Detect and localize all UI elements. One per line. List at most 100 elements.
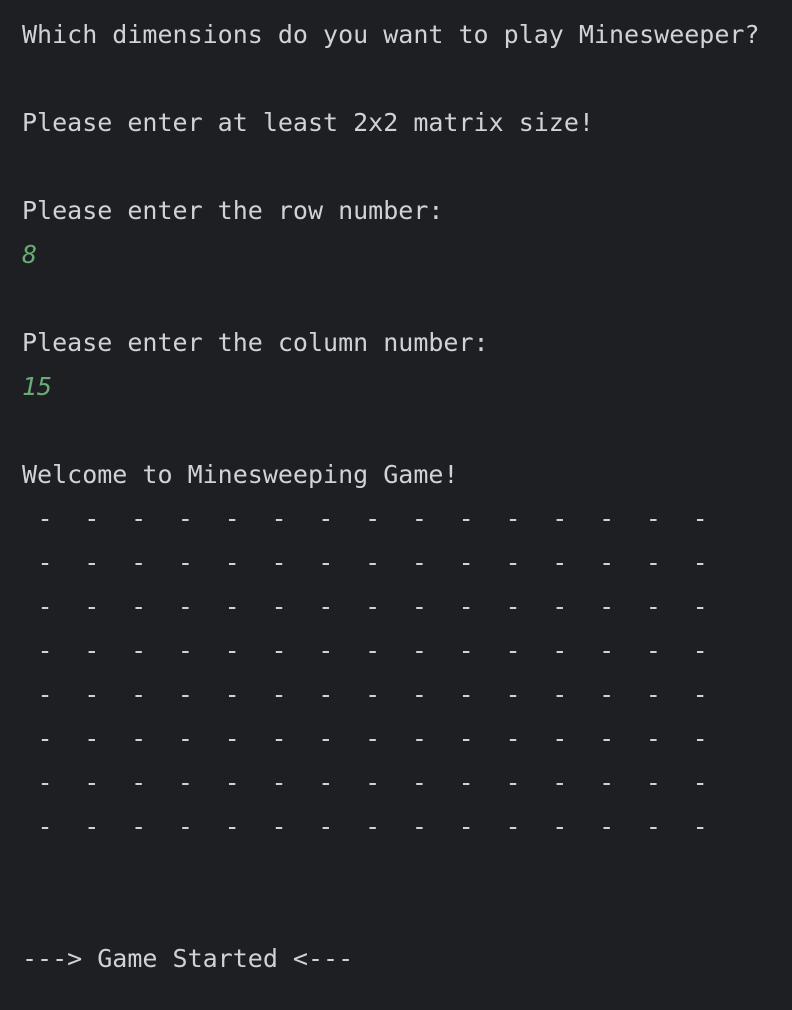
board-cell: - [692,680,708,709]
board-cell: - [177,636,193,665]
board-cell: - [37,504,53,533]
dimensions-prompt: Which dimensions do you want to play Min… [22,20,760,49]
board-cell: - [552,768,568,797]
board-cell: - [599,636,615,665]
board-cell: - [458,548,474,577]
board-cell: - [552,592,568,621]
board-cell: - [365,548,381,577]
board-cell: - [318,548,334,577]
board-cell: - [692,768,708,797]
board-cell: - [177,504,193,533]
board-cell: - [645,812,661,841]
board-cell: - [271,592,287,621]
board-cell: - [458,768,474,797]
board-cell: - [318,636,334,665]
min-size-prompt: Please enter at least 2x2 matrix size! [22,108,594,137]
board-cell: - [271,812,287,841]
game-started-message: ---> Game Started <--- [22,944,354,973]
board-cell: - [131,636,147,665]
row-prompt: Please enter the row number: [22,196,444,225]
board-cell: - [599,768,615,797]
board-cell: - [318,768,334,797]
board-cell: - [131,812,147,841]
board-cell: - [692,636,708,665]
board-cell: - [411,636,427,665]
board-cell: - [458,636,474,665]
board-cell: - [177,548,193,577]
board-cell: - [37,768,53,797]
board-cell: - [131,680,147,709]
board-cell: - [599,724,615,753]
column-prompt: Please enter the column number: [22,328,489,357]
board-cell: - [692,548,708,577]
board-cell: - [365,636,381,665]
board-cell: - [411,768,427,797]
board-cell: - [131,504,147,533]
board-cell: - [645,724,661,753]
board-cell: - [271,504,287,533]
board-cell: - [552,680,568,709]
board-cell: - [599,812,615,841]
board-cell: - [224,504,240,533]
board-cell: - [131,548,147,577]
board-cell: - [131,724,147,753]
board-cell: - [645,504,661,533]
column-input-value[interactable]: 15 [22,365,52,409]
board-cell: - [505,724,521,753]
board-cell: - [505,812,521,841]
board-cell: - [552,636,568,665]
board-cell: - [365,812,381,841]
board-cell: - [37,548,53,577]
board-cell: - [318,812,334,841]
board-cell: - [599,504,615,533]
board-cell: - [177,768,193,797]
board-cell: - [505,548,521,577]
board-cell: - [645,592,661,621]
board-cell: - [271,548,287,577]
board-cell: - [505,636,521,665]
board-cell: - [318,504,334,533]
board-cell: - [271,768,287,797]
board-cell: - [365,724,381,753]
board-cell: - [224,812,240,841]
board-cell: - [177,812,193,841]
board-cell: - [552,504,568,533]
board-cell: - [692,812,708,841]
board-cell: - [505,592,521,621]
board-cell: - [84,812,100,841]
board-cell: - [318,724,334,753]
board-cell: - [552,548,568,577]
board-cell: - [552,812,568,841]
board-cell: - [411,504,427,533]
board-cell: - [37,680,53,709]
board-cell: - [224,636,240,665]
board-cell: - [552,724,568,753]
board-cell: - [84,548,100,577]
board-cell: - [411,812,427,841]
board-cell: - [458,724,474,753]
welcome-message: Welcome to Minesweeping Game! [22,460,459,489]
board-cell: - [599,592,615,621]
board-cell: - [645,636,661,665]
board-cell: - [458,592,474,621]
board-cell: - [131,768,147,797]
row-input-value[interactable]: 8 [22,233,37,277]
board-cell: - [692,592,708,621]
board-cell: - [645,680,661,709]
board-cell: - [411,592,427,621]
board-cell: - [177,724,193,753]
board-cell: - [411,680,427,709]
board-cell: - [37,812,53,841]
board-cell: - [84,504,100,533]
board-cell: - [84,636,100,665]
board-cell: - [365,592,381,621]
board-cell: - [271,724,287,753]
board-cell: - [84,768,100,797]
board-cell: - [645,548,661,577]
board-cell: - [365,768,381,797]
board-cell: - [177,592,193,621]
board-cell: - [365,680,381,709]
board-cell: - [645,768,661,797]
board-cell: - [224,680,240,709]
board-cell: - [224,768,240,797]
